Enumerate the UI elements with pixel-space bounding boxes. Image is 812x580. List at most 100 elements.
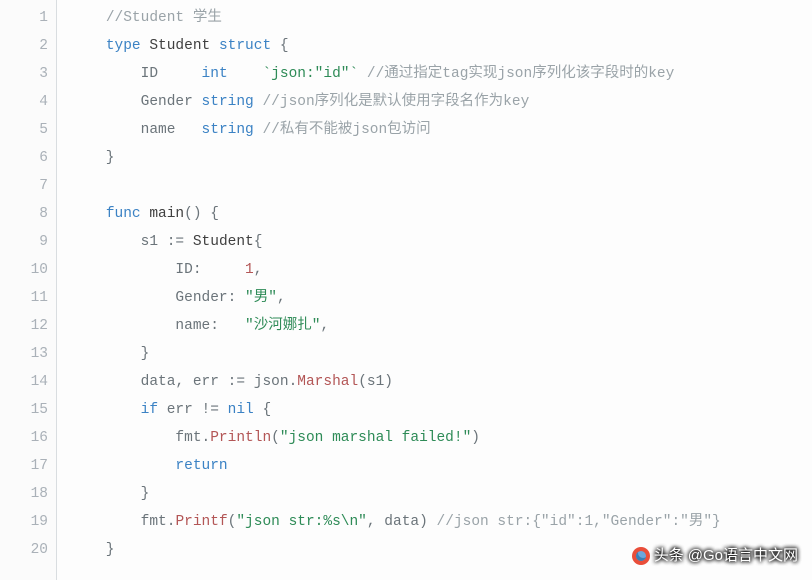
line-number: 12 <box>4 312 48 340</box>
code-token: json <box>254 374 289 390</box>
watermark-prefix: 头条 <box>654 542 684 570</box>
line-number: 1 <box>4 4 48 32</box>
code-token: ) <box>471 430 480 446</box>
code-token <box>71 206 106 222</box>
code-token: main <box>149 206 184 222</box>
code-token <box>71 66 141 82</box>
code-line: Gender string //json序列化是默认使用字段名作为key <box>71 88 721 116</box>
code-token: Marshal <box>297 374 358 390</box>
line-number: 6 <box>4 144 48 172</box>
code-token: : <box>193 262 245 278</box>
code-token <box>71 402 141 418</box>
code-token: ID <box>175 262 192 278</box>
code-token: } <box>71 486 149 502</box>
code-token: string <box>202 122 254 138</box>
code-line: //Student 学生 <box>71 4 721 32</box>
line-number: 15 <box>4 396 48 424</box>
line-number: 11 <box>4 284 48 312</box>
line-number: 5 <box>4 116 48 144</box>
code-token: Student <box>193 234 254 250</box>
code-token <box>71 458 175 474</box>
code-line: name: "沙河娜扎", <box>71 312 721 340</box>
line-number: 13 <box>4 340 48 368</box>
code-token: . <box>202 430 211 446</box>
line-number-gutter: 1234567891011121314151617181920 <box>0 0 57 580</box>
code-token: //json str:{"id":1,"Gender":"男"} <box>437 514 721 530</box>
code-token: //私有不能被json包访问 <box>262 122 430 138</box>
code-token: , <box>175 374 192 390</box>
code-token: , <box>277 290 286 306</box>
line-number: 18 <box>4 480 48 508</box>
code-token: (s1) <box>358 374 393 390</box>
code-token: name <box>141 122 176 138</box>
code-token <box>71 234 141 250</box>
code-token: fmt <box>141 514 167 530</box>
code-token: data <box>141 374 176 390</box>
code-token <box>71 262 175 278</box>
code-token: : <box>228 290 245 306</box>
code-line: fmt.Printf("json str:%s\n", data) //json… <box>71 508 721 536</box>
code-token: "json marshal failed!" <box>280 430 471 446</box>
code-token: name <box>175 318 210 334</box>
code-token <box>71 374 141 390</box>
code-token: return <box>175 458 227 474</box>
code-token <box>158 402 167 418</box>
code-editor: 1234567891011121314151617181920 //Studen… <box>0 0 812 580</box>
code-token: : <box>210 318 245 334</box>
code-line: return <box>71 452 721 480</box>
code-token: != <box>202 402 219 418</box>
code-token <box>158 66 202 82</box>
watermark-text: @Go语言中文网 <box>688 542 798 570</box>
code-token: "男" <box>245 290 277 306</box>
code-token: Gender <box>141 94 193 110</box>
code-area: //Student 学生 type Student struct { ID in… <box>57 0 721 580</box>
code-token <box>210 38 219 54</box>
line-number: 2 <box>4 32 48 60</box>
code-token: , data) <box>367 514 437 530</box>
code-token: struct <box>219 38 271 54</box>
line-number: 14 <box>4 368 48 396</box>
code-token: , <box>320 318 329 334</box>
code-token: ID <box>141 66 158 82</box>
line-number: 7 <box>4 172 48 200</box>
code-line: Gender: "男", <box>71 284 721 312</box>
code-token: nil <box>228 402 254 418</box>
code-token: } <box>71 542 115 558</box>
code-token <box>193 94 202 110</box>
code-line: } <box>71 536 721 564</box>
code-token <box>158 234 167 250</box>
line-number: 17 <box>4 452 48 480</box>
code-token <box>358 66 367 82</box>
code-token: Gender <box>175 290 227 306</box>
watermark-icon <box>632 547 650 565</box>
code-token <box>219 374 228 390</box>
code-token: if <box>141 402 158 418</box>
code-token: Student <box>149 38 210 54</box>
code-token: err <box>167 402 193 418</box>
line-number: 19 <box>4 508 48 536</box>
code-token: s1 <box>141 234 158 250</box>
code-token: } <box>71 150 115 166</box>
line-number: 10 <box>4 256 48 284</box>
code-line: ID: 1, <box>71 256 721 284</box>
code-token <box>71 94 141 110</box>
code-token: type <box>106 38 141 54</box>
code-token: { <box>254 402 271 418</box>
code-token <box>228 66 263 82</box>
code-token: } <box>71 346 149 362</box>
code-token <box>245 374 254 390</box>
code-token: := <box>167 234 184 250</box>
code-token: 1 <box>245 262 254 278</box>
line-number: 16 <box>4 424 48 452</box>
code-token: "沙河娜扎" <box>245 318 320 334</box>
code-token: int <box>202 66 228 82</box>
code-line: type Student struct { <box>71 32 721 60</box>
code-token <box>219 402 228 418</box>
code-line: name string //私有不能被json包访问 <box>71 116 721 144</box>
code-token <box>71 318 175 334</box>
code-token: Printf <box>175 514 227 530</box>
code-line: } <box>71 340 721 368</box>
line-number: 20 <box>4 536 48 564</box>
code-token: //通过指定tag实现json序列化该字段时的key <box>367 66 674 82</box>
code-token: () { <box>184 206 219 222</box>
